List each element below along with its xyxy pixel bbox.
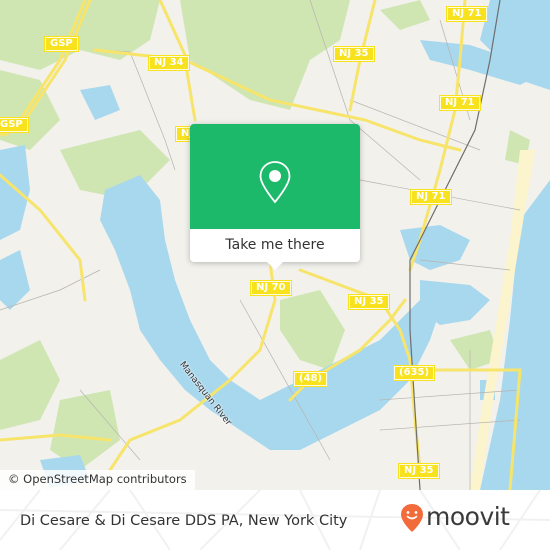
moovit-face-pin-icon (401, 504, 423, 532)
moovit-wordmark: moovit (426, 502, 510, 531)
map-pin-icon (259, 161, 291, 204)
road-shield-nj34: NJ 34 (148, 55, 190, 71)
moovit-logo[interactable]: moovit (400, 500, 550, 542)
road-shield-gsp: GSP (0, 117, 29, 133)
road-shield-nj35: NJ 35 (333, 46, 375, 62)
location-popup: Take me there (190, 124, 360, 270)
road-shield-nj35: NJ 35 (348, 294, 390, 310)
map[interactable]: GSP GSP NJ 34 NJ 35 NJ 71 NJ 71 NJ 71 NJ… (0, 0, 550, 490)
place-name: Di Cesare & Di Cesare DDS PA, New York C… (20, 513, 348, 529)
osm-attribution[interactable]: © OpenStreetMap contributors (0, 470, 195, 490)
road-shield-nj70: NJ 70 (250, 280, 292, 296)
popup-pointer (267, 262, 283, 270)
road-shield-nj71: NJ 71 (410, 189, 452, 205)
road-shield-48: (48) (293, 371, 329, 387)
popup-header (190, 124, 360, 229)
road-shield-gsp: GSP (44, 36, 79, 52)
road-shield-nj71: NJ 71 (446, 6, 488, 22)
footer-bar: Di Cesare & Di Cesare DDS PA, New York C… (0, 490, 550, 550)
road-shield-nj71: NJ 71 (439, 95, 481, 111)
road-shield-nj35: NJ 35 (398, 463, 440, 479)
road-shield-635: (635) (393, 365, 436, 381)
take-me-there-button[interactable]: Take me there (190, 229, 360, 262)
